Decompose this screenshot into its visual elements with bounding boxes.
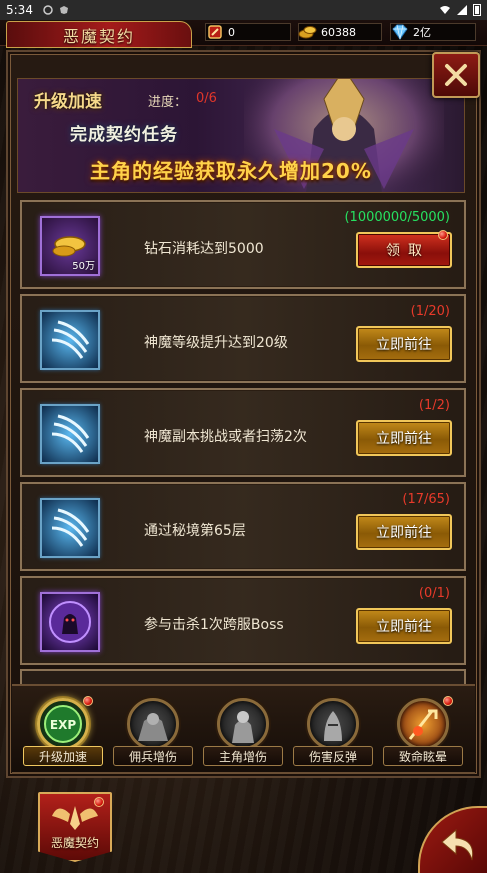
go-now-button-label: 立即前往: [376, 619, 432, 635]
task-label: 神魔副本挑战或者扫荡2次: [144, 429, 307, 445]
tab-label: 主角增伤: [203, 746, 283, 766]
resource-contract-value: 0: [228, 25, 235, 39]
notification-badge: [83, 696, 93, 706]
task-label: 神魔等级提升达到20级: [144, 335, 288, 351]
banner-title: 升级加速: [34, 92, 102, 112]
resource-gold: 60388: [298, 23, 382, 41]
resource-diamond: 2亿: [390, 23, 476, 41]
task-progress: (1/2): [418, 398, 450, 413]
notification-icon: [43, 5, 53, 15]
hero-icon: [217, 698, 269, 750]
demon-contract-button[interactable]: [38, 792, 112, 862]
banner-bonus-text: 主角的经验获取永久增加20%: [90, 159, 372, 183]
status-bar: 5:34: [0, 0, 487, 20]
banner-progress-label: 进度：: [148, 95, 188, 110]
exp-icon-text: EXP: [50, 718, 76, 732]
reflect-icon: [307, 698, 359, 750]
tab-hero-damage[interactable]: 主角增伤: [203, 694, 283, 770]
status-time: 5:34: [6, 3, 33, 17]
task-row: 神魔副本挑战或者扫荡2次 (1/2) 立即前往: [20, 388, 466, 477]
tab-fatal-stun[interactable]: 致命眩晕: [383, 694, 463, 770]
go-now-button[interactable]: 立即前往: [356, 420, 452, 456]
task-row: 通过秘境第65层 (17/65) 立即前往: [20, 482, 466, 571]
window-title: 恶魔契约: [6, 21, 192, 48]
task-row: 神魔等级提升达到20级 (1/20) 立即前往: [20, 294, 466, 383]
close-icon: [445, 64, 467, 86]
demon-contract-label: 恶魔契约: [50, 836, 99, 850]
tab-label: 伤害反弹: [293, 746, 373, 766]
purple-demon-icon: [40, 592, 100, 652]
status-icons: [43, 5, 69, 15]
go-now-button-label: 立即前往: [376, 337, 432, 353]
diamond-icon: [389, 21, 411, 43]
task-progress: (0/1): [418, 586, 450, 601]
gold-ingot-icon: 50万: [40, 216, 100, 276]
notification-badge: [443, 696, 453, 706]
tab-label: 致命眩晕: [383, 746, 463, 766]
task-label: 钻石消耗达到5000: [144, 241, 264, 257]
tab-mercenary-damage[interactable]: 佣兵增伤: [113, 694, 193, 770]
blue-claw-icon: [40, 404, 100, 464]
tab-label: 升级加速: [23, 746, 103, 766]
go-now-button[interactable]: 立即前往: [356, 514, 452, 550]
notification-badge: [438, 230, 448, 240]
shield-status-icon: [59, 6, 68, 14]
tab-damage-reflect[interactable]: 伤害反弹: [293, 694, 373, 770]
task-row: 参与击杀1次跨服Boss (0/1) 立即前往: [20, 576, 466, 665]
task-row: 50万 钻石消耗达到5000 (1000000/5000) 领取: [20, 200, 466, 289]
resource-diamond-value: 2亿: [413, 26, 431, 39]
signal-icon: [457, 5, 467, 15]
level-up-banner: 升级加速 进度： 0/6 完成契约任务 主角的经验获取永久增加20%: [17, 78, 465, 193]
go-now-button[interactable]: 立即前往: [356, 326, 452, 362]
stun-icon: [397, 698, 449, 750]
task-row-partial: [20, 669, 466, 684]
resource-contract: 0: [205, 23, 291, 41]
go-now-button-label: 立即前往: [376, 431, 432, 447]
battery-icon: [473, 4, 481, 16]
back-arrow-icon: [441, 828, 474, 861]
resource-gold-value: 60388: [321, 25, 356, 39]
blue-claw-icon: [40, 310, 100, 370]
banner-subtitle: 完成契约任务: [70, 125, 178, 145]
mercenary-icon: [127, 698, 179, 750]
tab-level-up[interactable]: EXP 升级加速: [23, 694, 103, 770]
task-label: 参与击杀1次跨服Boss: [144, 617, 284, 633]
exp-icon: EXP: [37, 698, 89, 750]
claim-button-label: 领取: [386, 243, 430, 259]
go-now-button[interactable]: 立即前往: [356, 608, 452, 644]
close-button[interactable]: [432, 52, 480, 98]
task-label: 通过秘境第65层: [144, 523, 246, 539]
task-progress: (1/20): [410, 304, 450, 319]
go-now-button-label: 立即前往: [376, 525, 432, 541]
gold-coins-icon: [297, 21, 319, 43]
tab-label: 佣兵增伤: [113, 746, 193, 766]
wifi-icon: [440, 6, 450, 14]
claim-button[interactable]: 领取: [356, 230, 452, 268]
blue-claw-icon: [40, 498, 100, 558]
reward-amount: 50万: [72, 261, 95, 272]
notification-badge: [94, 797, 104, 807]
banner-progress: 0/6: [196, 91, 217, 106]
task-progress: (1000000/5000): [344, 210, 450, 225]
task-progress: (17/65): [402, 492, 450, 507]
contract-scroll-icon: [204, 21, 226, 43]
